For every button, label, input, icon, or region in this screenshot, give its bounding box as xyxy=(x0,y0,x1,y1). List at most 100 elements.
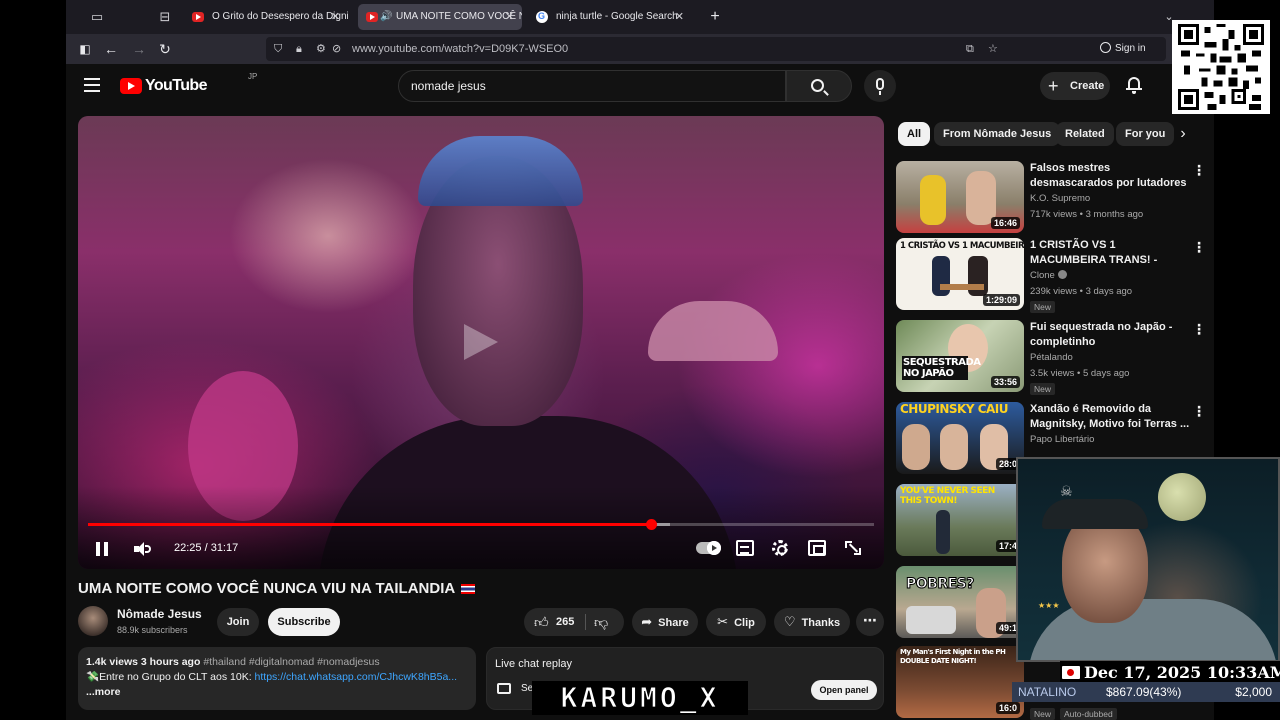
play-overlay-icon[interactable] xyxy=(464,324,498,360)
chip-for-you[interactable]: For you xyxy=(1116,122,1175,146)
dislike-icon[interactable]: 👎︎ xyxy=(594,614,608,630)
recommendation-item[interactable]: 1 CRISTÃO VS 1 MACUMBEIRA 1:29:09 1 CRIS… xyxy=(896,238,1212,313)
thumbnail-overlay-text: YOU'VE NEVER SEEN THIS TOWN! xyxy=(900,486,995,506)
show-more-link[interactable]: ...more xyxy=(86,685,468,700)
autoplay-toggle[interactable] xyxy=(696,541,721,555)
more-options-icon[interactable]: ⋮ xyxy=(1192,404,1206,420)
more-options-icon[interactable]: ⋮ xyxy=(1192,163,1206,179)
recommendation-thumbnail[interactable]: SEQUESTRADA NO JAPÃO 33:56 xyxy=(896,320,1024,392)
recommendation-channel[interactable]: K.O. Supremo xyxy=(1030,193,1090,204)
progress-bar[interactable] xyxy=(88,519,874,530)
autoplay-blocked-icon[interactable]: ⊘ xyxy=(332,37,341,61)
recommendation-title[interactable]: Fui sequestrada no Japão - completinho xyxy=(1030,320,1190,350)
video-player[interactable]: 22:25 / 31:17 xyxy=(78,116,884,569)
notifications-bell-icon[interactable] xyxy=(1126,76,1142,94)
search-button[interactable] xyxy=(786,70,852,102)
permissions-icon[interactable]: ⚙ xyxy=(316,37,326,61)
pause-icon[interactable] xyxy=(96,542,108,556)
join-button[interactable]: Join xyxy=(217,608,259,636)
like-icon[interactable]: 👍︎ xyxy=(534,614,549,630)
chevron-right-icon[interactable]: › xyxy=(1174,122,1192,146)
tab-title: O Grito do Desespero da Dignid xyxy=(212,11,348,22)
tab-grito[interactable]: O Grito do Desespero da Dignid ✕ xyxy=(184,4,348,30)
recommendation-thumbnail[interactable]: My Man's First Night in the PH DOUBLE DA… xyxy=(896,646,1024,718)
like-count[interactable]: 265 xyxy=(556,608,574,636)
subscribe-button[interactable]: Subscribe xyxy=(268,608,340,636)
open-panel-button[interactable]: Open panel xyxy=(811,680,877,700)
recommendation-channel[interactable]: Pétalando xyxy=(1030,352,1073,363)
recommendation-item[interactable]: SEQUESTRADA NO JAPÃO 33:56 Fui sequestra… xyxy=(896,320,1212,395)
reload-icon[interactable]: ↻ xyxy=(154,38,176,60)
share-button[interactable]: ➦ Share xyxy=(632,608,698,636)
live-chat-title: Live chat replay xyxy=(495,658,573,670)
thumb-figure xyxy=(920,175,946,225)
thumb-figure xyxy=(940,424,968,470)
sidebar-toggle-icon[interactable]: ▭ xyxy=(86,6,108,28)
tab-groups-icon[interactable]: ⊟ xyxy=(154,6,176,28)
recommendation-channel[interactable]: Clone xyxy=(1030,270,1055,281)
tab-title: UMA NOITE COMO VOCÊ N xyxy=(396,11,522,22)
create-button[interactable]: + Create xyxy=(1040,72,1110,100)
chip-all[interactable]: All xyxy=(898,122,931,146)
more-actions-icon[interactable]: ⋯ xyxy=(856,608,884,636)
chip-related[interactable]: Related xyxy=(1056,122,1114,146)
donation-amount: $867.09(43%) xyxy=(1106,685,1182,699)
url-text[interactable]: www.youtube.com/watch?v=D09K7-WSEO0 xyxy=(352,37,568,61)
menu-icon[interactable] xyxy=(84,78,100,92)
new-tab-button[interactable]: + xyxy=(704,6,726,28)
chip-from-channel[interactable]: From Nômade Jesus xyxy=(934,122,1061,146)
more-options-icon[interactable]: ⋮ xyxy=(1192,240,1206,256)
settings-gear-icon[interactable] xyxy=(772,540,788,556)
tab-uma-noite[interactable]: 🔊 UMA NOITE COMO VOCÊ N ✕ xyxy=(358,4,522,30)
recommendation-title[interactable]: Falsos mestres desmascarados por lutador… xyxy=(1030,161,1190,191)
recommendation-thumbnail[interactable]: YOU'VE NEVER SEEN THIS TOWN! 17:4 xyxy=(896,484,1024,556)
recommendation-thumbnail[interactable]: POBRES? 49:1 xyxy=(896,566,1024,638)
recommendation-item[interactable]: 16:46 Falsos mestres desmascarados por l… xyxy=(896,161,1212,235)
volume-icon[interactable] xyxy=(134,542,151,556)
fullscreen-icon[interactable] xyxy=(844,540,862,556)
recommendation-title[interactable]: Xandão é Removido da Magnitsky, Motivo f… xyxy=(1030,402,1190,432)
captions-icon[interactable] xyxy=(736,540,754,556)
recommendation-channel[interactable]: Papo Libertário xyxy=(1030,434,1094,445)
shield-icon[interactable]: ⛉ xyxy=(274,37,282,61)
qr-code xyxy=(1172,20,1270,114)
forward-arrow-icon[interactable]: → xyxy=(128,38,150,60)
clip-label: Clip xyxy=(734,617,755,629)
share-label: Share xyxy=(658,617,689,629)
channel-avatar[interactable] xyxy=(78,606,108,636)
theater-mode-icon[interactable] xyxy=(808,540,826,556)
mic-icon xyxy=(876,78,884,90)
picture-in-picture-icon[interactable]: ⧉ xyxy=(966,37,974,61)
recommendation-thumbnail[interactable]: CHUPINSKY CAIU 28:0 xyxy=(896,402,1024,474)
search-box[interactable]: nomade jesus ✕ xyxy=(398,70,798,102)
close-tab-icon[interactable]: ✕ xyxy=(331,4,340,30)
hashtags[interactable]: #thailand #digitalnomad #nomadjesus xyxy=(203,656,379,668)
time-display: 22:25 / 31:17 xyxy=(174,542,239,554)
sign-in-button[interactable]: Sign in xyxy=(1100,37,1146,61)
recommendation-thumbnail[interactable]: 16:46 xyxy=(896,161,1024,233)
whatsapp-link[interactable]: https://chat.whatsapp.com/CJhcwK8hB5a... xyxy=(255,671,458,683)
audio-playing-icon[interactable]: 🔊 xyxy=(380,4,392,30)
sidebar-icon[interactable]: ◧ xyxy=(74,38,96,60)
more-options-icon[interactable]: ⋮ xyxy=(1192,322,1206,338)
tab-ninja-turtle[interactable]: ninja turtle - Google Search ✕ xyxy=(528,4,692,30)
back-arrow-icon[interactable]: ← xyxy=(100,38,122,60)
lock-icon[interactable]: 🔒︎ xyxy=(296,37,302,61)
stars-decoration: ★★★ xyxy=(1038,601,1060,610)
clip-button[interactable]: ✂ Clip xyxy=(706,608,766,636)
channel-name[interactable]: Nômade Jesus xyxy=(117,607,202,621)
thanks-button[interactable]: ♡ Thanks xyxy=(774,608,850,636)
progress-played xyxy=(88,523,652,526)
thailand-flag-icon xyxy=(460,584,475,594)
recommendation-thumbnail[interactable]: 1 CRISTÃO VS 1 MACUMBEIRA 1:29:09 xyxy=(896,238,1024,310)
recommendation-title[interactable]: 1 CRISTÃO VS 1 MACUMBEIRA TRANS! - CLONE xyxy=(1030,238,1190,268)
url-bar[interactable]: ⛉ 🔒︎ ⚙ ⊘ www.youtube.com/watch?v=D09K7-W… xyxy=(266,37,1166,61)
close-tab-icon[interactable]: ✕ xyxy=(505,4,514,30)
bookmark-star-icon[interactable]: ☆ xyxy=(988,37,998,61)
description-box[interactable]: 1.4k views 3 hours ago #thailand #digita… xyxy=(78,647,476,710)
voice-search-button[interactable] xyxy=(864,70,896,102)
search-input[interactable]: nomade jesus xyxy=(411,71,486,101)
close-tab-icon[interactable]: ✕ xyxy=(675,4,684,30)
sign-in-label: Sign in xyxy=(1115,43,1146,54)
recommendation-channel-row[interactable]: Clone xyxy=(1030,270,1067,281)
